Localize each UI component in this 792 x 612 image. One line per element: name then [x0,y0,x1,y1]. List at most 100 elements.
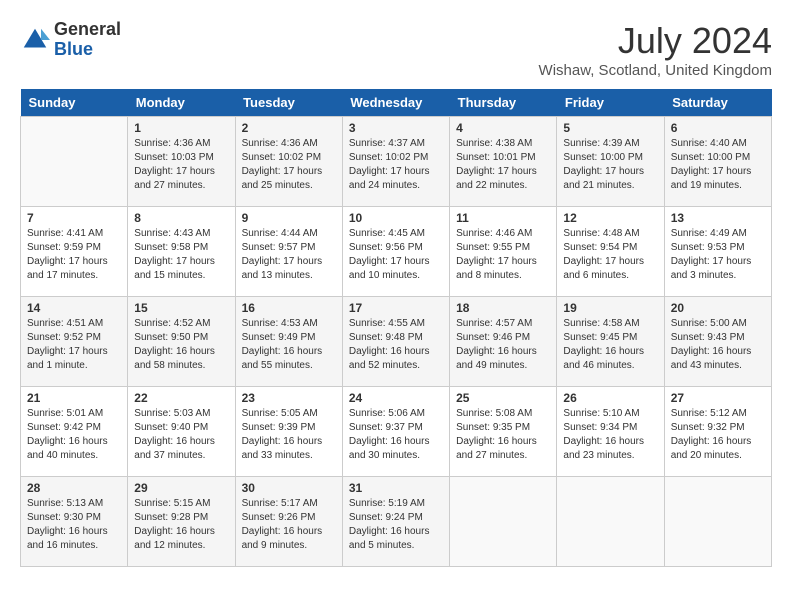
day-number: 10 [349,211,443,225]
day-info: Sunrise: 4:44 AM Sunset: 9:57 PM Dayligh… [242,227,336,283]
day-info: Sunrise: 5:15 AM Sunset: 9:28 PM Dayligh… [134,497,228,553]
calendar-cell [450,477,557,567]
column-header-thursday: Thursday [450,89,557,117]
page-header: General Blue July 2024 Wishaw, Scotland,… [20,20,772,79]
calendar-cell: 7Sunrise: 4:41 AM Sunset: 9:59 PM Daylig… [21,207,128,297]
day-info: Sunrise: 5:10 AM Sunset: 9:34 PM Dayligh… [563,407,657,463]
calendar-cell: 22Sunrise: 5:03 AM Sunset: 9:40 PM Dayli… [128,387,235,477]
day-info: Sunrise: 5:12 AM Sunset: 9:32 PM Dayligh… [671,407,765,463]
day-number: 3 [349,121,443,135]
day-number: 25 [456,391,550,405]
day-info: Sunrise: 5:06 AM Sunset: 9:37 PM Dayligh… [349,407,443,463]
column-header-friday: Friday [557,89,664,117]
logo-icon [20,25,50,55]
day-info: Sunrise: 4:51 AM Sunset: 9:52 PM Dayligh… [27,317,121,373]
calendar-cell: 16Sunrise: 4:53 AM Sunset: 9:49 PM Dayli… [235,297,342,387]
calendar-cell: 12Sunrise: 4:48 AM Sunset: 9:54 PM Dayli… [557,207,664,297]
calendar-cell: 4Sunrise: 4:38 AM Sunset: 10:01 PM Dayli… [450,117,557,207]
day-number: 6 [671,121,765,135]
calendar-week-row: 28 Sunrise: 5:13 AM Sunset: 9:30 PM Dayli… [21,477,772,567]
calendar-cell: 29 Sunrise: 5:15 AM Sunset: 9:28 PM Dayli… [128,477,235,567]
day-info: Sunrise: 4:46 AM Sunset: 9:55 PM Dayligh… [456,227,550,283]
day-info: Sunrise: 4:36 AM Sunset: 10:03 PM Daylig… [134,137,228,193]
month-year-title: July 2024 [539,20,772,62]
calendar-header-row: SundayMondayTuesdayWednesdayThursdayFrid… [21,89,772,117]
day-number: 16 [242,301,336,315]
day-number: 18 [456,301,550,315]
day-info: Sunrise: 5:08 AM Sunset: 9:35 PM Dayligh… [456,407,550,463]
day-number: 5 [563,121,657,135]
column-header-saturday: Saturday [664,89,771,117]
calendar-cell [557,477,664,567]
title-block: July 2024 Wishaw, Scotland, United Kingd… [539,20,772,79]
day-info: Sunrise: 4:48 AM Sunset: 9:54 PM Dayligh… [563,227,657,283]
day-number: 4 [456,121,550,135]
day-info: Sunrise: 5:17 AM Sunset: 9:26 PM Dayligh… [242,497,336,553]
day-info: Sunrise: 4:40 AM Sunset: 10:00 PM Daylig… [671,137,765,193]
day-number: 30 [242,481,336,495]
calendar-cell: 6 Sunrise: 4:40 AM Sunset: 10:00 PM Dayli… [664,117,771,207]
day-info: Sunrise: 4:49 AM Sunset: 9:53 PM Dayligh… [671,227,765,283]
day-number: 17 [349,301,443,315]
day-number: 28 [27,481,121,495]
day-number: 29 [134,481,228,495]
day-number: 21 [27,391,121,405]
day-info: Sunrise: 5:13 AM Sunset: 9:30 PM Dayligh… [27,497,121,553]
column-header-monday: Monday [128,89,235,117]
day-number: 15 [134,301,228,315]
day-number: 2 [242,121,336,135]
calendar-week-row: 21Sunrise: 5:01 AM Sunset: 9:42 PM Dayli… [21,387,772,477]
day-info: Sunrise: 4:39 AM Sunset: 10:00 PM Daylig… [563,137,657,193]
logo-general: General [54,20,121,40]
calendar-week-row: 7Sunrise: 4:41 AM Sunset: 9:59 PM Daylig… [21,207,772,297]
day-info: Sunrise: 4:41 AM Sunset: 9:59 PM Dayligh… [27,227,121,283]
calendar-cell: 28 Sunrise: 5:13 AM Sunset: 9:30 PM Dayli… [21,477,128,567]
calendar-cell: 14 Sunrise: 4:51 AM Sunset: 9:52 PM Dayli… [21,297,128,387]
calendar-cell: 13Sunrise: 4:49 AM Sunset: 9:53 PM Dayli… [664,207,771,297]
calendar-cell: 20 Sunrise: 5:00 AM Sunset: 9:43 PM Dayli… [664,297,771,387]
day-info: Sunrise: 4:57 AM Sunset: 9:46 PM Dayligh… [456,317,550,373]
day-number: 14 [27,301,121,315]
logo: General Blue [20,20,121,60]
calendar-cell: 15 Sunrise: 4:52 AM Sunset: 9:50 PM Dayli… [128,297,235,387]
calendar-cell: 25 Sunrise: 5:08 AM Sunset: 9:35 PM Dayli… [450,387,557,477]
calendar-cell [21,117,128,207]
day-number: 8 [134,211,228,225]
day-info: Sunrise: 5:19 AM Sunset: 9:24 PM Dayligh… [349,497,443,553]
day-info: Sunrise: 5:03 AM Sunset: 9:40 PM Dayligh… [134,407,228,463]
calendar-cell [664,477,771,567]
location-subtitle: Wishaw, Scotland, United Kingdom [539,62,772,79]
calendar-cell: 1Sunrise: 4:36 AM Sunset: 10:03 PM Dayli… [128,117,235,207]
calendar-cell: 23Sunrise: 5:05 AM Sunset: 9:39 PM Dayli… [235,387,342,477]
day-number: 20 [671,301,765,315]
day-number: 23 [242,391,336,405]
logo-text: General Blue [54,20,121,60]
day-number: 19 [563,301,657,315]
calendar-cell: 21Sunrise: 5:01 AM Sunset: 9:42 PM Dayli… [21,387,128,477]
day-info: Sunrise: 5:00 AM Sunset: 9:43 PM Dayligh… [671,317,765,373]
calendar-cell: 11 Sunrise: 4:46 AM Sunset: 9:55 PM Dayli… [450,207,557,297]
calendar-week-row: 14 Sunrise: 4:51 AM Sunset: 9:52 PM Dayli… [21,297,772,387]
day-info: Sunrise: 4:58 AM Sunset: 9:45 PM Dayligh… [563,317,657,373]
day-info: Sunrise: 4:37 AM Sunset: 10:02 PM Daylig… [349,137,443,193]
calendar-cell: 18 Sunrise: 4:57 AM Sunset: 9:46 PM Dayli… [450,297,557,387]
day-number: 24 [349,391,443,405]
calendar-cell: 8Sunrise: 4:43 AM Sunset: 9:58 PM Daylig… [128,207,235,297]
calendar-table: SundayMondayTuesdayWednesdayThursdayFrid… [20,89,772,567]
calendar-cell: 2Sunrise: 4:36 AM Sunset: 10:02 PM Dayli… [235,117,342,207]
day-number: 31 [349,481,443,495]
calendar-cell: 3 Sunrise: 4:37 AM Sunset: 10:02 PM Dayli… [342,117,449,207]
calendar-cell: 10 Sunrise: 4:45 AM Sunset: 9:56 PM Dayli… [342,207,449,297]
day-info: Sunrise: 4:45 AM Sunset: 9:56 PM Dayligh… [349,227,443,283]
calendar-cell: 30 Sunrise: 5:17 AM Sunset: 9:26 PM Dayli… [235,477,342,567]
calendar-cell: 5 Sunrise: 4:39 AM Sunset: 10:00 PM Dayli… [557,117,664,207]
calendar-cell: 27Sunrise: 5:12 AM Sunset: 9:32 PM Dayli… [664,387,771,477]
column-header-tuesday: Tuesday [235,89,342,117]
calendar-cell: 26Sunrise: 5:10 AM Sunset: 9:34 PM Dayli… [557,387,664,477]
calendar-cell: 24 Sunrise: 5:06 AM Sunset: 9:37 PM Dayli… [342,387,449,477]
day-number: 11 [456,211,550,225]
day-number: 9 [242,211,336,225]
calendar-cell: 9 Sunrise: 4:44 AM Sunset: 9:57 PM Daylig… [235,207,342,297]
day-info: Sunrise: 4:52 AM Sunset: 9:50 PM Dayligh… [134,317,228,373]
calendar-cell: 17Sunrise: 4:55 AM Sunset: 9:48 PM Dayli… [342,297,449,387]
